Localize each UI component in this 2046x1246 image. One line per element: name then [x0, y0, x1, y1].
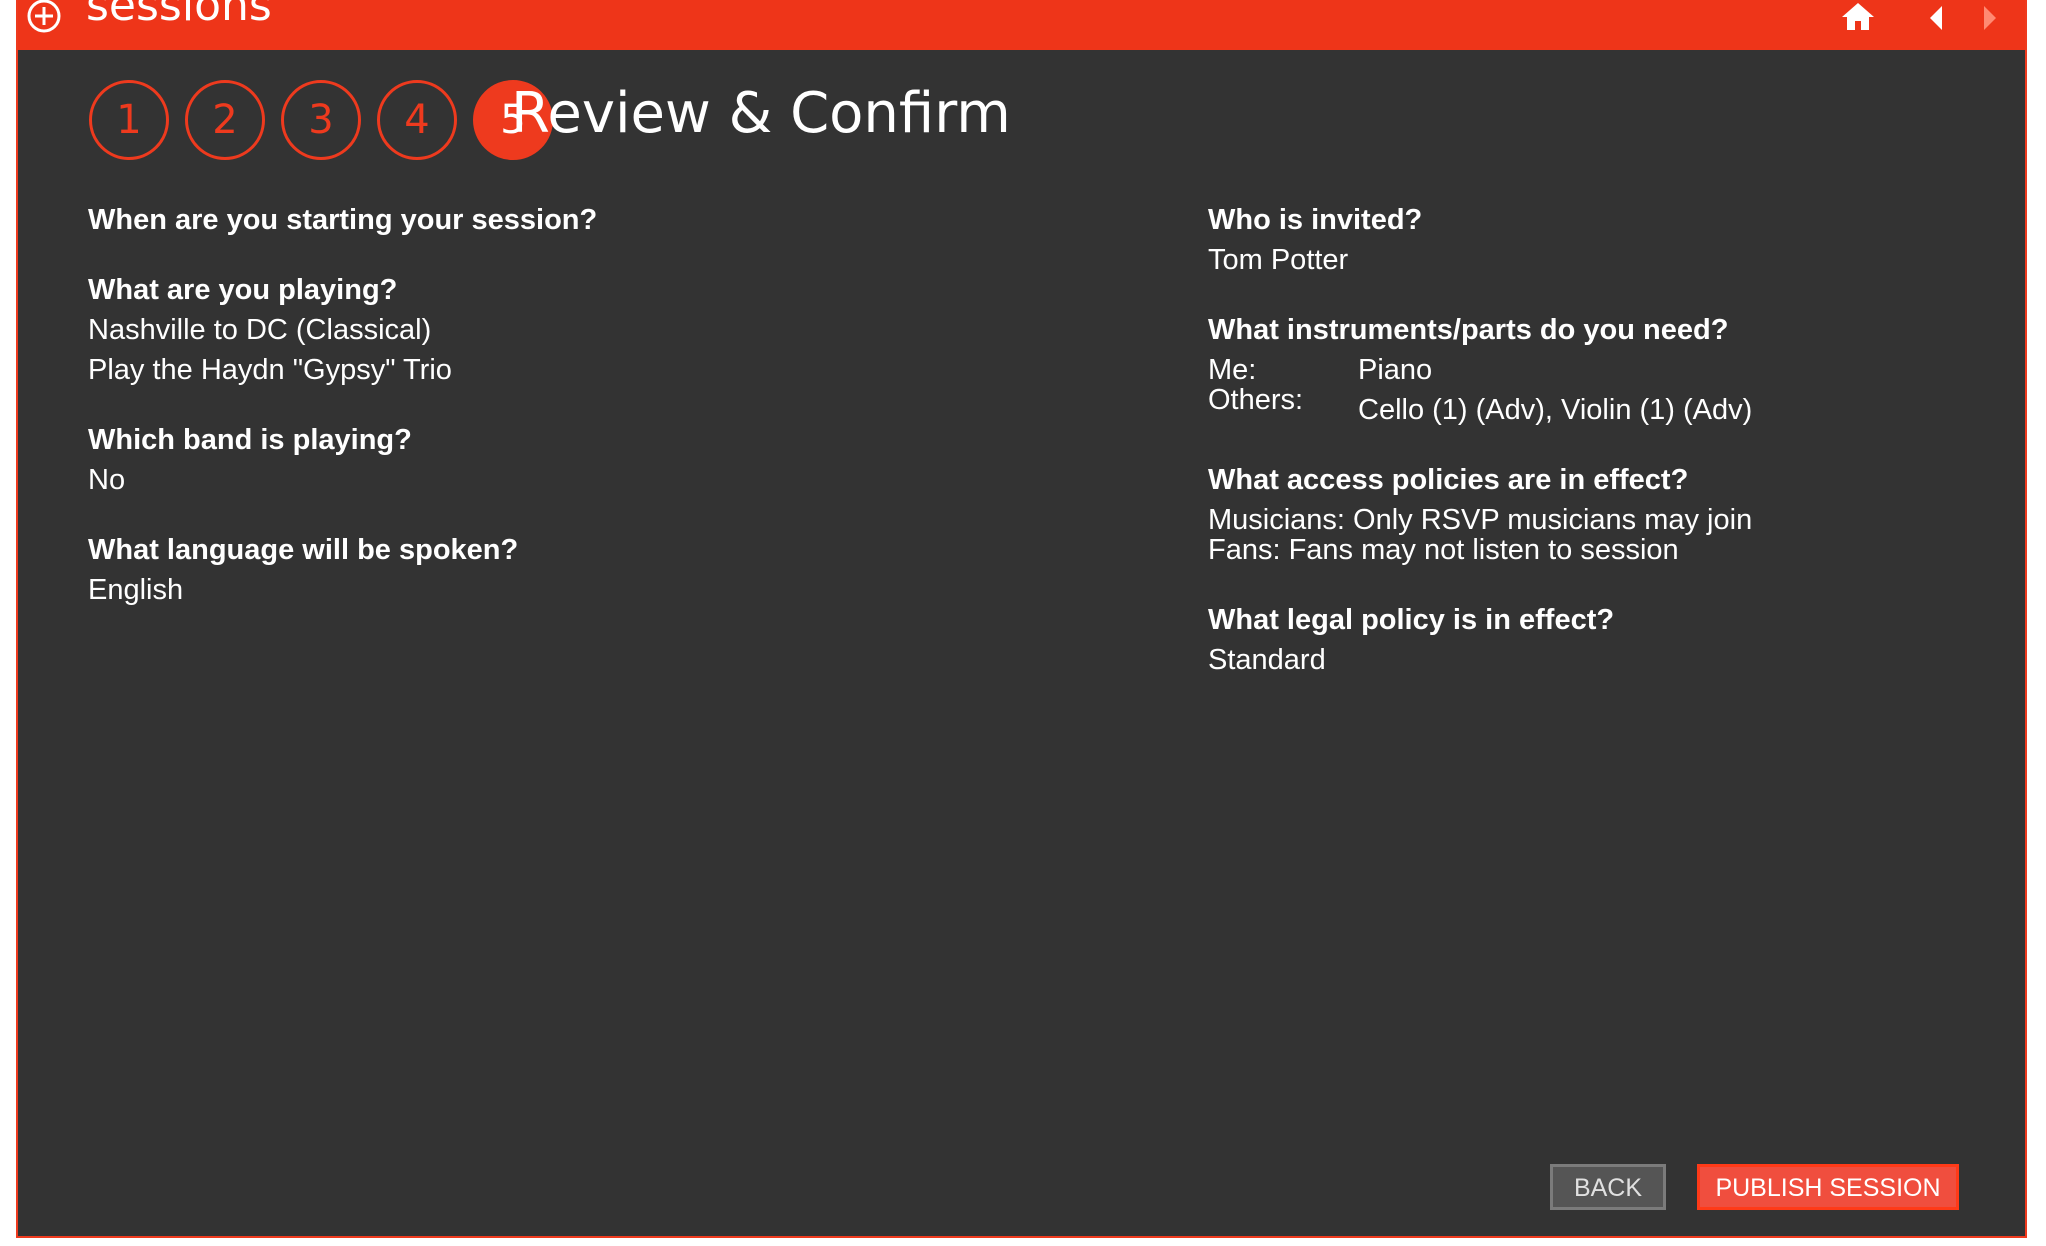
band-answer: No: [88, 464, 126, 496]
language-answer: English: [88, 574, 184, 606]
sessions-window: sessions 1 2 3 4 5 Review & Confirm When…: [16, 0, 2027, 1238]
playing-answer-1: Nashville to DC (Classical): [88, 314, 432, 346]
invited-answer: Tom Potter: [1208, 244, 1349, 276]
start-question: When are you starting your session?: [88, 204, 598, 236]
language-question: What language will be spoken?: [88, 534, 519, 566]
forward-arrow-icon[interactable]: [1978, 0, 2002, 36]
others-value: Cello (1) (Adv), Violin (1) (Adv): [1358, 394, 1753, 426]
band-question: Which band is playing?: [88, 424, 412, 456]
access-answer-fans: Fans: Fans may not listen to session: [1208, 534, 1679, 566]
step-2[interactable]: 2: [185, 80, 265, 160]
legal-question: What legal policy is in effect?: [1208, 604, 1615, 636]
app-title: sessions: [86, 0, 272, 31]
add-circle-icon[interactable]: [26, 0, 62, 34]
step-3[interactable]: 3: [281, 80, 361, 160]
me-label: Me:: [1208, 354, 1257, 386]
access-question: What access policies are in effect?: [1208, 464, 1689, 496]
step-4[interactable]: 4: [377, 80, 457, 160]
home-icon[interactable]: [1838, 0, 1878, 36]
step-1[interactable]: 1: [89, 80, 169, 160]
step-title: Review & Confirm: [511, 81, 1011, 146]
access-answer-musicians: Musicians: Only RSVP musicians may join: [1208, 504, 1753, 536]
playing-question: What are you playing?: [88, 274, 398, 306]
others-label: Others:: [1208, 384, 1304, 416]
back-arrow-icon[interactable]: [1924, 0, 1948, 36]
title-bar: sessions: [18, 0, 2025, 50]
publish-session-button[interactable]: PUBLISH SESSION: [1697, 1164, 1959, 1210]
legal-answer: Standard: [1208, 644, 1326, 676]
me-value: Piano: [1358, 354, 1433, 386]
back-button[interactable]: BACK: [1550, 1164, 1666, 1210]
instruments-question: What instruments/parts do you need?: [1208, 314, 1729, 346]
playing-answer-2: Play the Haydn "Gypsy" Trio: [88, 354, 452, 386]
invited-question: Who is invited?: [1208, 204, 1423, 236]
